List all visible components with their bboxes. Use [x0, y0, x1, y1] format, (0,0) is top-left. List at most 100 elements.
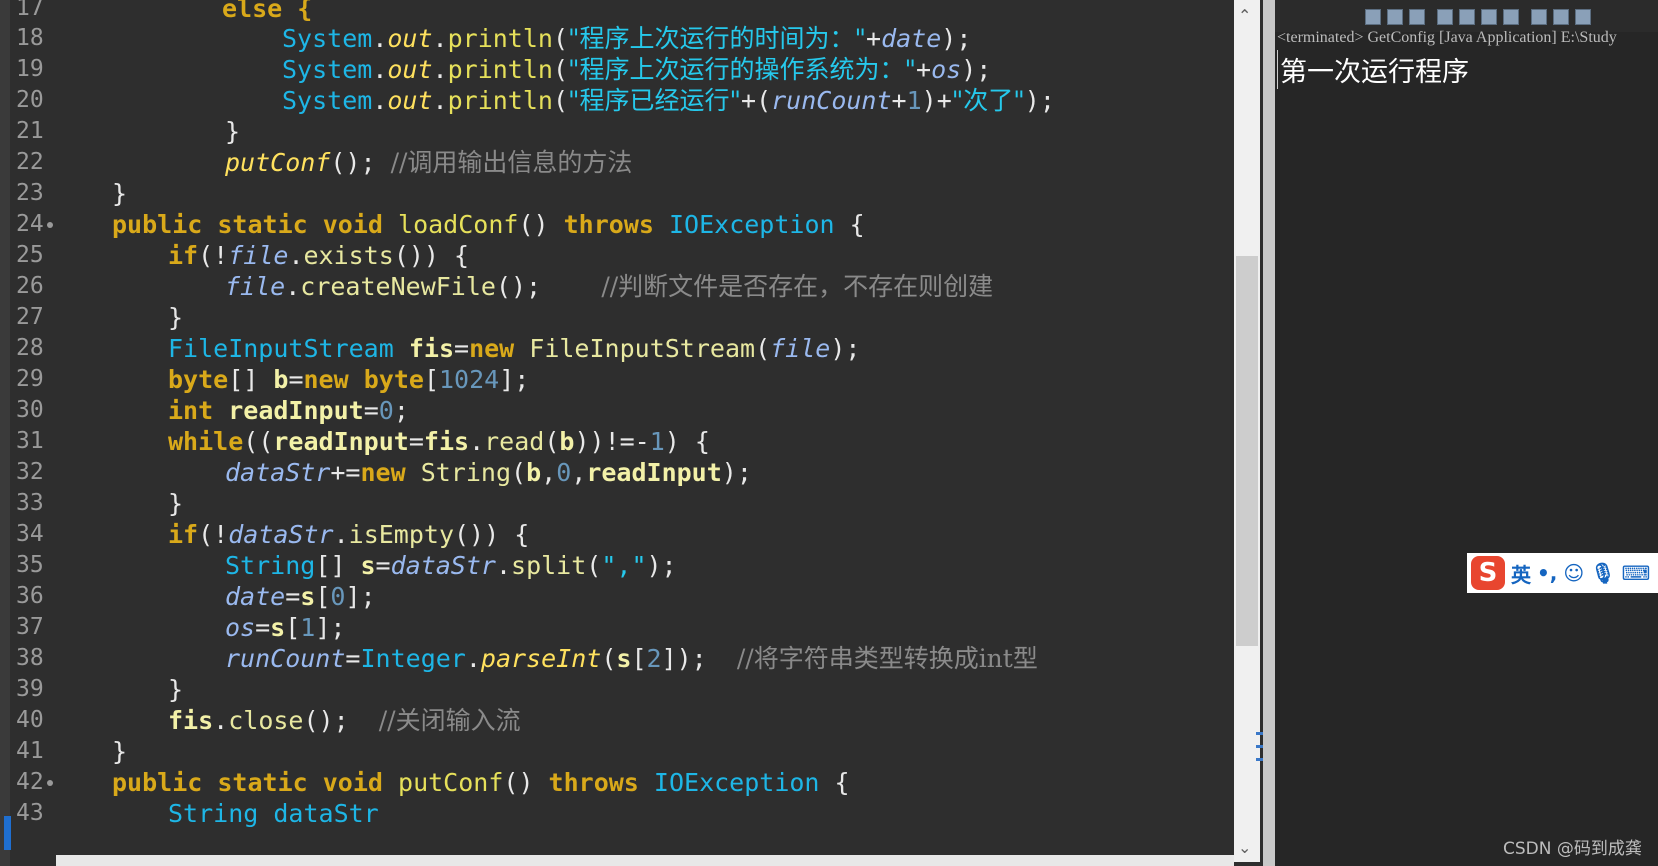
horizontal-scrollbar[interactable]: [56, 855, 1234, 866]
code-line-27: }: [168, 303, 184, 332]
ime-toolbar[interactable]: S 英 •, ☺ 🎙 ⌨: [1467, 553, 1658, 593]
line-number: 43: [16, 800, 44, 826]
code-line-43: String dataStr: [168, 797, 379, 830]
console-view[interactable]: <terminated> GetConfig [Java Application…: [1275, 0, 1658, 866]
sogou-logo-icon[interactable]: S: [1471, 556, 1505, 590]
code-token: fis: [423, 427, 470, 456]
string-literal: "程序上次运行的时间为：": [568, 24, 867, 53]
line-number: 23: [16, 180, 44, 206]
overview-ruler-mark: [1256, 745, 1263, 748]
code-token: createNewFile: [300, 272, 496, 301]
overview-ruler-mark: [1256, 732, 1263, 735]
type-name: FileInputStream: [168, 334, 394, 363]
microphone-icon[interactable]: 🎙: [1590, 561, 1615, 585]
code-token: file: [228, 241, 289, 270]
open-console-icon[interactable]: [1503, 9, 1519, 25]
stop-icon[interactable]: [1365, 9, 1381, 25]
minimize-icon[interactable]: [1531, 9, 1547, 25]
line-number: 31: [16, 428, 44, 454]
line-number: 36: [16, 583, 44, 609]
number-literal: 1: [649, 427, 665, 456]
code-line-20: System.out.println("程序已经运行"+(runCount+1)…: [282, 86, 1055, 115]
emoji-icon[interactable]: ☺: [1563, 561, 1584, 585]
line-number: 22: [16, 149, 44, 175]
code-token: readInput: [586, 458, 722, 487]
string-literal: "次了": [951, 86, 1025, 115]
ime-mode[interactable]: 英: [1511, 559, 1531, 588]
line-number: 20: [16, 87, 44, 113]
code-comment: //将字符串类型转换成int型: [736, 644, 1038, 673]
maximize-icon[interactable]: [1553, 9, 1569, 25]
code-token: b: [273, 365, 289, 394]
type-name: Integer: [360, 644, 466, 673]
keyboard-icon[interactable]: ⌨: [1622, 561, 1651, 585]
code-line-34: if(!dataStr.isEmpty()) {: [168, 520, 530, 549]
remove-all-icon[interactable]: [1409, 9, 1425, 25]
overview-ruler-mark: [1256, 758, 1263, 761]
code-token: println: [447, 55, 553, 84]
scroll-up-icon[interactable]: ⌃: [1238, 6, 1251, 25]
code-line-30: int readInput=0;: [168, 396, 409, 425]
code-token: out: [387, 24, 433, 53]
code-token: s: [616, 644, 632, 673]
code-line-25: if(!file.exists()) {: [168, 241, 470, 270]
code-editor[interactable]: 17 18 19 20 21 22 23 24 25 26 27 28 29 3…: [0, 0, 1263, 866]
code-token: dataStr: [225, 458, 331, 487]
ime-punctuation[interactable]: •,: [1537, 561, 1557, 585]
code-token: println: [447, 24, 553, 53]
string-literal: "程序已经运行": [568, 86, 742, 115]
code-line-39: }: [168, 675, 184, 704]
display-console-icon[interactable]: [1481, 9, 1497, 25]
keyword: while: [168, 427, 244, 456]
code-line-19: System.out.println("程序上次运行的操作系统为："+os);: [282, 55, 992, 84]
code-line-21: }: [225, 117, 241, 146]
string-literal: "程序上次运行的操作系统为：": [568, 55, 917, 84]
code-token: s: [270, 613, 286, 642]
line-number: 39: [16, 676, 44, 702]
keyword: void: [322, 210, 383, 239]
code-token: os: [225, 613, 256, 642]
remove-icon[interactable]: [1387, 9, 1403, 25]
code-token: String dataStr: [168, 799, 379, 828]
code-comment: //判断文件是否存在，不存在则创建: [601, 272, 994, 301]
keyword: new: [360, 458, 406, 487]
code-line-35: String[] s=dataStr.split(",");: [225, 551, 677, 580]
type-name: IOException: [653, 768, 820, 797]
console-status: <terminated> GetConfig [Java Application…: [1277, 29, 1617, 46]
pin-console-icon[interactable]: [1459, 9, 1475, 25]
line-number: 28: [16, 335, 44, 361]
code-area[interactable]: else { System.out.println("程序上次运行的时间为："+…: [60, 0, 1230, 862]
code-token: readInput: [273, 427, 409, 456]
number-literal: 0: [556, 458, 572, 487]
keyword: static: [217, 768, 308, 797]
fold-marker-icon[interactable]: [47, 222, 53, 228]
keyword: static: [217, 210, 308, 239]
console-toolbar: [1275, 0, 1658, 32]
code-token: date: [881, 24, 942, 53]
code-line-38: runCount=Integer.parseInt(s[2]); //将字符串类…: [225, 644, 1038, 673]
code-token: b: [559, 427, 575, 456]
keyword: throws: [548, 768, 639, 797]
code-token: date: [225, 582, 286, 611]
code-token: System: [282, 55, 373, 84]
line-number: 35: [16, 552, 44, 578]
scroll-down-icon[interactable]: ⌄: [1238, 838, 1251, 857]
console-output[interactable]: 第一次运行程序: [1277, 50, 1469, 89]
keyword: int: [168, 396, 214, 425]
line-number: 24: [16, 211, 44, 237]
pane-divider[interactable]: [1263, 0, 1275, 866]
number-literal: 1: [906, 86, 922, 115]
line-number: 34: [16, 521, 44, 547]
vertical-scrollbar-thumb[interactable]: [1236, 256, 1258, 646]
keyword-else: else {: [222, 0, 313, 23]
keyword: new: [303, 365, 349, 394]
line-number: 27: [16, 304, 44, 330]
code-token: FileInputStream: [529, 334, 756, 363]
code-line-36: date=s[0];: [225, 582, 376, 611]
scroll-lock-icon[interactable]: [1437, 9, 1453, 25]
fold-marker-icon[interactable]: [47, 780, 53, 786]
code-line-26: file.createNewFile(); //判断文件是否存在，不存在则创建: [225, 272, 994, 301]
code-line-32: dataStr+=new String(b,0,readInput);: [225, 458, 752, 487]
view-menu-icon[interactable]: [1575, 9, 1591, 25]
keyword: if: [168, 241, 199, 270]
